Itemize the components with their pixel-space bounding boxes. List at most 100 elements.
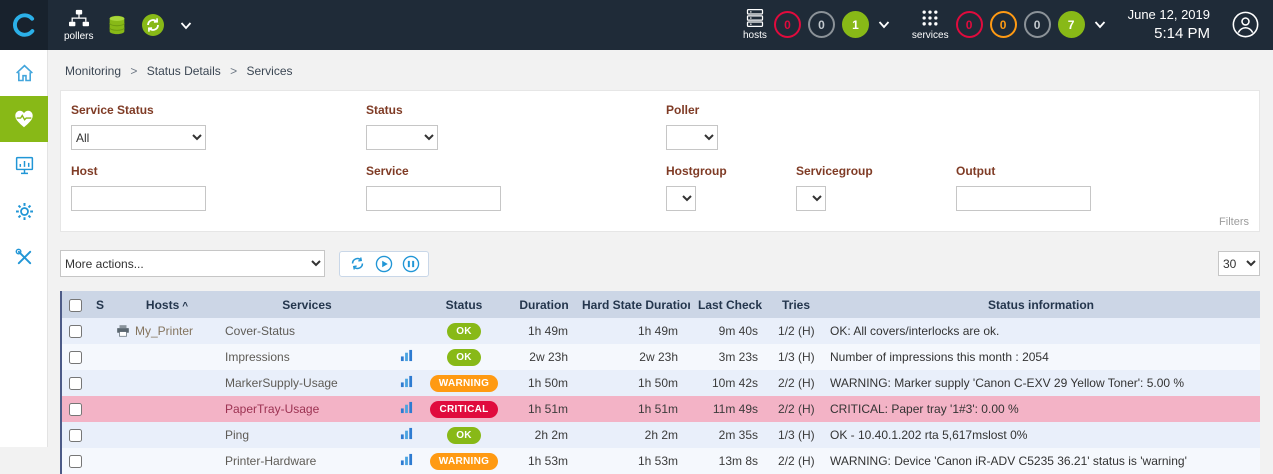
tries-cell: 1/3 (H) [770,428,822,442]
table-row: Ping OK 2h 2m 2h 2m 2m 35s 1/3 (H) OK - … [62,422,1260,448]
header-last-check[interactable]: Last Check [690,298,770,312]
host-cell[interactable]: My_Printer [112,324,222,338]
graph-icon[interactable] [400,427,413,440]
servicegroup-select[interactable] [796,186,826,211]
date-text: June 12, 2019 [1128,7,1210,24]
hosts-icon [744,8,766,28]
hosts-unreachable-counter[interactable]: 0 [808,11,835,38]
output-input[interactable] [956,186,1091,211]
table-row: MarkerSupply-Usage WARNING 1h 50m 1h 50m… [62,370,1260,396]
header-tries[interactable]: Tries [770,298,822,312]
status-badge: WARNING [430,375,498,392]
hosts-up-counter[interactable]: 1 [842,11,869,38]
host-input[interactable] [71,186,206,211]
play-button[interactable] [374,254,394,274]
status-information-cell: WARNING: Device 'Canon iR-ADV C5235 36.2… [822,454,1260,468]
actions-row: More actions... [60,250,1260,277]
sort-asc-icon: ^ [182,301,188,312]
sidebar-item-configuration[interactable] [0,188,48,234]
row-checkbox[interactable] [69,351,82,364]
filter-host: Host [71,164,366,211]
table-header-row: S Hosts^ Services Status Duration Hard S… [62,291,1260,318]
service-link[interactable]: MarkerSupply-Usage [222,376,392,390]
select-all-checkbox[interactable] [69,299,82,312]
tries-cell: 1/2 (H) [770,324,822,338]
header-status[interactable]: Status [420,298,508,312]
hosts-dropdown-chevron[interactable] [878,20,890,29]
tools-icon [14,247,35,268]
sidebar-item-monitoring[interactable] [0,96,48,142]
hostgroup-select[interactable] [666,186,696,211]
centreon-logo[interactable] [0,0,48,50]
header-status-information[interactable]: Status information [822,298,1260,312]
status-badge: OK [447,349,481,366]
hosts-status[interactable]: hosts [743,8,767,41]
sidebar-item-home[interactable] [0,50,48,96]
service-input[interactable] [366,186,501,211]
sidebar-item-administration[interactable] [0,234,48,280]
header-duration[interactable]: Duration [508,298,580,312]
header-hosts[interactable]: Hosts^ [112,298,222,312]
services-ok-counter[interactable]: 7 [1058,11,1085,38]
services-unknown-counter[interactable]: 0 [1024,11,1051,38]
output-label: Output [956,164,1249,178]
row-checkbox[interactable] [69,455,82,468]
service-link[interactable]: Cover-Status [222,324,392,338]
graph-icon[interactable] [400,349,413,362]
breadcrumb-separator: > [230,64,237,78]
row-checkbox[interactable] [69,377,82,390]
row-checkbox[interactable] [69,403,82,416]
graph-icon[interactable] [400,453,413,466]
pause-button[interactable] [401,254,421,274]
chevron-down-icon [180,21,192,30]
services-label: services [912,30,949,41]
header-services[interactable]: Services [222,298,392,312]
hard-state-duration-cell: 1h 53m [580,454,690,468]
page-size-select[interactable]: 30 [1218,251,1260,276]
header-hard-state-duration[interactable]: Hard State Duration [580,298,690,312]
services-dropdown-chevron[interactable] [1094,20,1106,29]
database-ok-icon[interactable] [106,13,128,37]
breadcrumb-monitoring[interactable]: Monitoring [65,64,121,78]
hosts-down-counter[interactable]: 0 [774,11,801,38]
service-status-select[interactable]: All [71,125,206,150]
status-badge: OK [447,427,481,444]
play-icon [375,255,393,273]
service-link[interactable]: PaperTray-Usage [222,402,392,416]
service-link[interactable]: Ping [222,428,392,442]
time-text: 5:14 PM [1128,24,1210,44]
graph-icon[interactable] [400,375,413,388]
more-actions-select[interactable]: More actions... [60,250,325,277]
chevron-down-icon [1094,20,1106,29]
poller-select[interactable] [666,125,718,150]
printer-icon [116,325,130,337]
hard-state-duration-cell: 1h 50m [580,376,690,390]
service-link[interactable]: Printer-Hardware [222,454,392,468]
refresh-button[interactable] [347,254,367,274]
host-label: Host [71,164,366,178]
service-link[interactable]: Impressions [222,350,392,364]
row-checkbox[interactable] [69,325,82,338]
service-status-label: Service Status [71,103,366,117]
services-icon [919,8,941,28]
breadcrumb-status-details[interactable]: Status Details [147,64,221,78]
clock: June 12, 2019 5:14 PM [1128,7,1210,43]
filter-service-status: Service Status All [71,103,366,150]
filters-toggle[interactable]: Filters [1219,216,1249,228]
row-checkbox[interactable] [69,429,82,442]
graph-icon[interactable] [400,401,413,414]
duration-cell: 1h 53m [508,454,580,468]
user-profile-icon[interactable] [1232,11,1259,38]
sidebar-item-reporting[interactable] [0,142,48,188]
header-severity[interactable]: S [88,298,112,312]
services-warning-counter[interactable]: 0 [990,11,1017,38]
status-information-cell: WARNING: Marker supply 'Canon C-EXV 29 Y… [822,376,1260,390]
services-status[interactable]: services [912,8,949,41]
sync-ok-icon[interactable] [141,13,165,37]
status-information-cell: Number of impressions this month : 2054 [822,350,1260,364]
status-select[interactable] [366,125,438,150]
services-critical-counter[interactable]: 0 [956,11,983,38]
refresh-controls [339,251,429,277]
pollers-dropdown-chevron[interactable] [180,21,192,30]
pollers-status[interactable]: pollers [64,9,93,42]
